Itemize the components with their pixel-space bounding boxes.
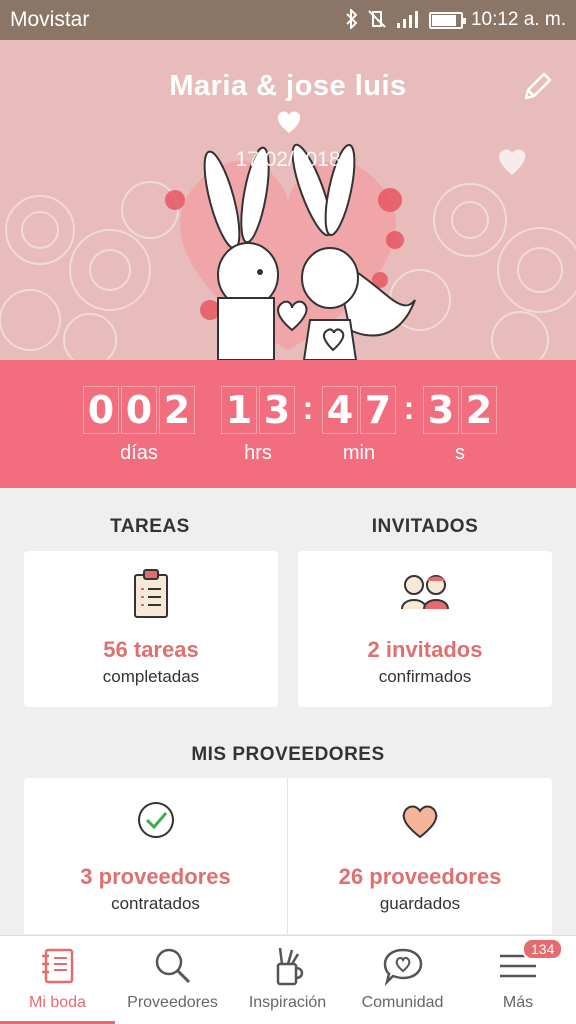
status-bar: Movistar 10:12 a. m. xyxy=(0,0,576,40)
couple-names: Maria & jose luis xyxy=(169,70,407,102)
nav-mas[interactable]: 134 Más xyxy=(460,936,576,1024)
invitados-card[interactable]: 2 invitados confirmados xyxy=(298,551,552,707)
edit-pencil-icon[interactable] xyxy=(520,70,554,104)
search-icon xyxy=(155,948,190,984)
nav-comunidad[interactable]: Comunidad xyxy=(345,936,460,1024)
seconds-label: s xyxy=(455,442,465,464)
heart-icon xyxy=(402,805,438,839)
tareas-count: 56 tareas xyxy=(103,637,199,662)
seconds-digit: 2 xyxy=(461,386,497,434)
proveedores-guardados[interactable]: 26 proveedores guardados xyxy=(288,778,552,934)
proveedores-heading: MIS PROVEEDORES xyxy=(191,744,385,765)
nav-label: Mi boda xyxy=(29,994,86,1011)
tareas-status: completadas xyxy=(102,667,200,686)
guests-icon xyxy=(401,575,449,610)
nav-label: Más xyxy=(502,994,534,1011)
nav-label: Comunidad xyxy=(361,994,444,1011)
carrier-name: Movistar xyxy=(10,8,90,31)
days-label: días xyxy=(120,442,158,464)
guardados-count: 26 proveedores xyxy=(338,864,502,889)
notification-badge: 134 xyxy=(522,938,564,960)
heart-icon xyxy=(277,111,301,133)
status-icons: 10:12 a. m. xyxy=(345,7,566,32)
proveedores-panel: 3 proveedores contratados 26 proveedores… xyxy=(24,778,552,934)
tareas-card[interactable]: 56 tareas completadas xyxy=(24,551,278,707)
time-separator: : xyxy=(302,390,314,426)
chat-heart-icon xyxy=(383,948,422,987)
clipboard-icon xyxy=(134,569,168,618)
hero-banner: Maria & jose luis 17/02/2018 xyxy=(0,40,576,360)
brush-cup-icon xyxy=(276,947,303,986)
tareas-heading: TAREAS xyxy=(110,516,190,537)
nav-mi-boda[interactable]: Mi boda xyxy=(0,936,115,1024)
bluetooth-icon xyxy=(345,7,359,32)
invitados-count: 2 invitados xyxy=(367,637,483,662)
minutes-digit: 4 xyxy=(322,386,358,434)
contratados-label: contratados xyxy=(111,894,200,913)
check-circle-icon xyxy=(137,802,174,838)
days-digit: 0 xyxy=(121,386,157,434)
invitados-heading: INVITADOS xyxy=(371,516,479,537)
invitados-status: confirmados xyxy=(378,667,472,686)
hours-label: hrs xyxy=(244,442,272,464)
days-digit: 0 xyxy=(83,386,119,434)
minutes-label: min xyxy=(342,442,376,464)
time-separator: : xyxy=(403,390,415,426)
battery-icon xyxy=(428,11,466,29)
seconds-digit: 3 xyxy=(423,386,459,434)
days-digit: 2 xyxy=(159,386,195,434)
clock: 10:12 a. m. xyxy=(470,9,566,30)
vibrate-icon xyxy=(367,9,387,32)
countdown-panel: 0 0 2 1 3 : 4 7 : 3 2 días hrs min s xyxy=(0,360,576,488)
wedding-date: 17/02/2018 xyxy=(235,148,341,171)
bottom-navigation: Mi boda Proveedores Inspiración Comunida… xyxy=(0,935,576,1024)
nav-label: Inspiración xyxy=(248,994,327,1011)
proveedores-contratados[interactable]: 3 proveedores contratados xyxy=(24,778,287,934)
nav-inspiracion[interactable]: Inspiración xyxy=(230,936,345,1024)
notebook-icon xyxy=(41,948,73,984)
minutes-digit: 7 xyxy=(360,386,396,434)
signal-icon xyxy=(395,9,421,32)
nav-label: Proveedores xyxy=(127,994,218,1011)
guardados-label: guardados xyxy=(379,894,461,913)
nav-proveedores[interactable]: Proveedores xyxy=(115,936,230,1024)
hours-digit: 1 xyxy=(221,386,257,434)
hours-digit: 3 xyxy=(259,386,295,434)
contratados-count: 3 proveedores xyxy=(80,864,231,889)
